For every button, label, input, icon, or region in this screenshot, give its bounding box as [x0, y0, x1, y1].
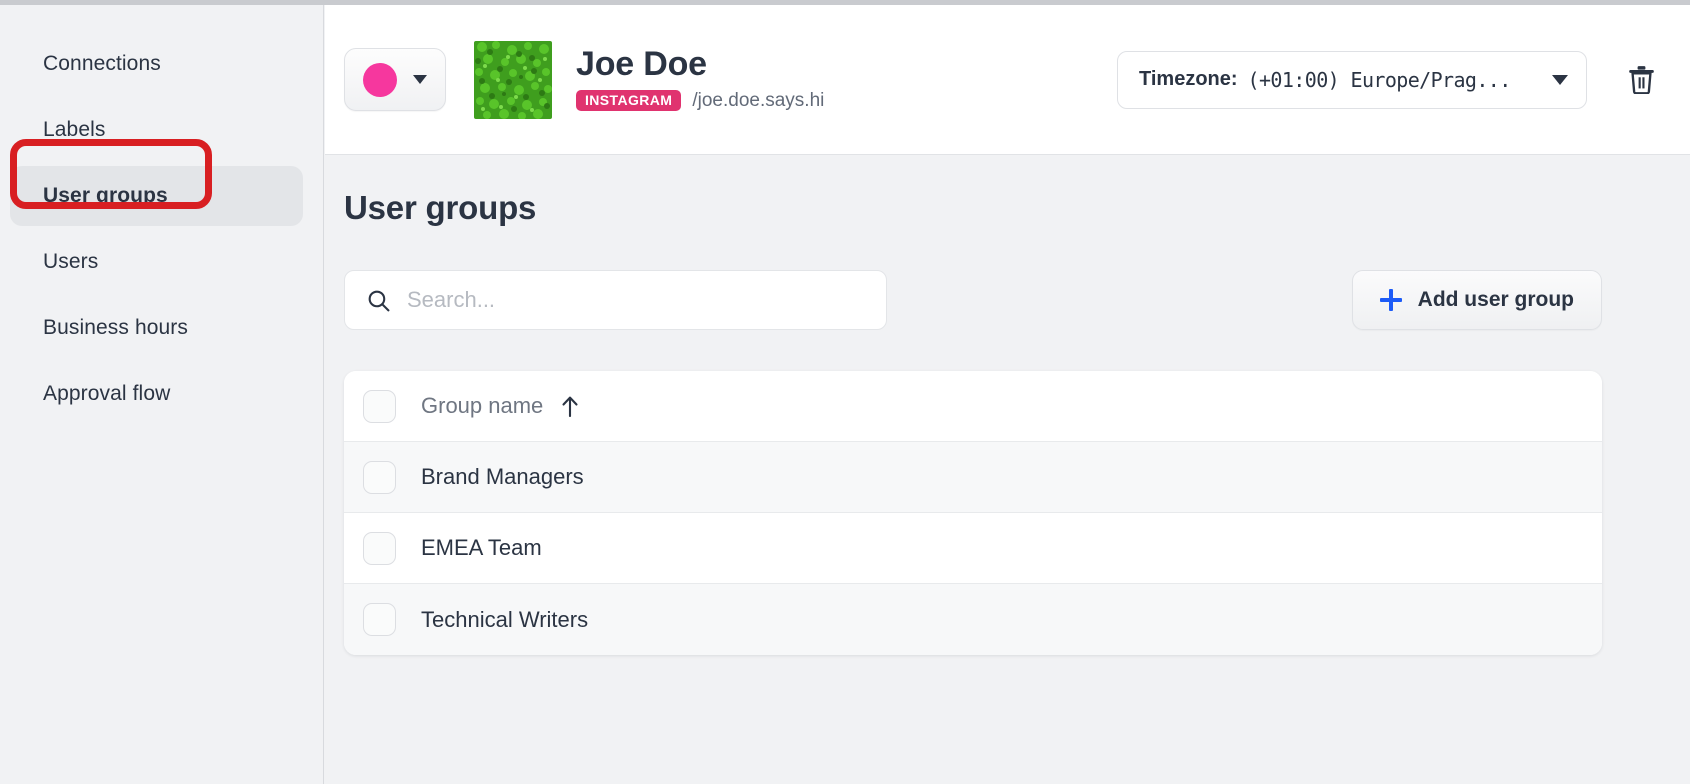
profile-header: Joe Doe INSTAGRAM /joe.doe.says.hi Timez…: [325, 5, 1690, 155]
search-icon: [368, 290, 390, 311]
profile-identity: Joe Doe INSTAGRAM /joe.doe.says.hi: [576, 45, 824, 112]
color-swatch-icon: [363, 62, 397, 97]
trash-icon: [1628, 66, 1654, 94]
plus-icon: [1379, 289, 1402, 311]
row-checkbox[interactable]: [363, 460, 396, 494]
row-checkbox[interactable]: [363, 531, 396, 565]
timezone-label: Timezone:: [1139, 68, 1238, 90]
sort-ascending-icon[interactable]: [560, 395, 580, 417]
group-name-cell: Technical Writers: [421, 606, 589, 632]
page-title: User groups: [344, 189, 537, 226]
group-name-cell: EMEA Team: [421, 535, 542, 560]
sidebar-item-users[interactable]: Users: [0, 229, 323, 295]
sidebar-item-approval-flow[interactable]: Approval flow: [0, 361, 323, 427]
sidebar-item-label: Labels: [43, 118, 106, 141]
sidebar-item-label: User groups: [43, 184, 168, 207]
chevron-down-icon: [413, 75, 427, 84]
table-header-row: Group name: [344, 371, 1602, 442]
group-name-cell: Brand Managers: [421, 464, 584, 489]
profile-avatar: [474, 40, 552, 119]
row-checkbox[interactable]: [363, 603, 396, 636]
sidebar-item-label: Business hours: [43, 316, 188, 339]
settings-sidebar: Connections Labels User groups Users Bus…: [0, 5, 324, 784]
search-input[interactable]: [407, 287, 886, 313]
handle-row: INSTAGRAM /joe.doe.says.hi: [576, 90, 824, 112]
user-groups-table: Group name Brand Managers EMEA Team Tech…: [344, 371, 1602, 655]
table-row[interactable]: EMEA Team: [344, 513, 1602, 584]
search-field[interactable]: [344, 270, 887, 330]
content-toolbar: Add user group: [344, 270, 1602, 330]
sidebar-item-label: Users: [43, 250, 99, 273]
sidebar-item-user-groups[interactable]: User groups: [0, 163, 323, 229]
add-user-group-button[interactable]: Add user group: [1351, 270, 1602, 330]
add-user-group-label: Add user group: [1417, 288, 1574, 311]
delete-profile-button[interactable]: [1619, 58, 1663, 102]
select-all-checkbox[interactable]: [363, 389, 396, 423]
sidebar-item-connections[interactable]: Connections: [0, 31, 323, 97]
platform-badge: INSTAGRAM: [576, 90, 682, 112]
table-row[interactable]: Brand Managers: [344, 442, 1602, 513]
timezone-dropdown[interactable]: Timezone: (+01:00) Europe/Prag...: [1117, 50, 1587, 109]
app-root: Connections Labels User groups Users Bus…: [0, 0, 1690, 784]
sidebar-item-label: Connections: [43, 52, 161, 75]
timezone-value: (+01:00) Europe/Prag...: [1247, 67, 1512, 92]
sidebar-item-label: Approval flow: [43, 382, 171, 405]
chevron-down-icon: [1552, 74, 1568, 85]
table-row[interactable]: Technical Writers: [344, 584, 1602, 655]
header-actions: Timezone: (+01:00) Europe/Prag...: [1117, 50, 1690, 109]
sidebar-item-business-hours[interactable]: Business hours: [0, 295, 323, 361]
page-title-person-name: Joe Doe: [576, 45, 707, 84]
color-picker-dropdown[interactable]: [344, 48, 446, 111]
profile-handle: /joe.doe.says.hi: [692, 89, 825, 111]
main-content: User groups Add user group Group name: [325, 156, 1690, 784]
column-header-group-name: Group name: [421, 393, 544, 418]
sidebar-item-labels[interactable]: Labels: [0, 97, 323, 163]
